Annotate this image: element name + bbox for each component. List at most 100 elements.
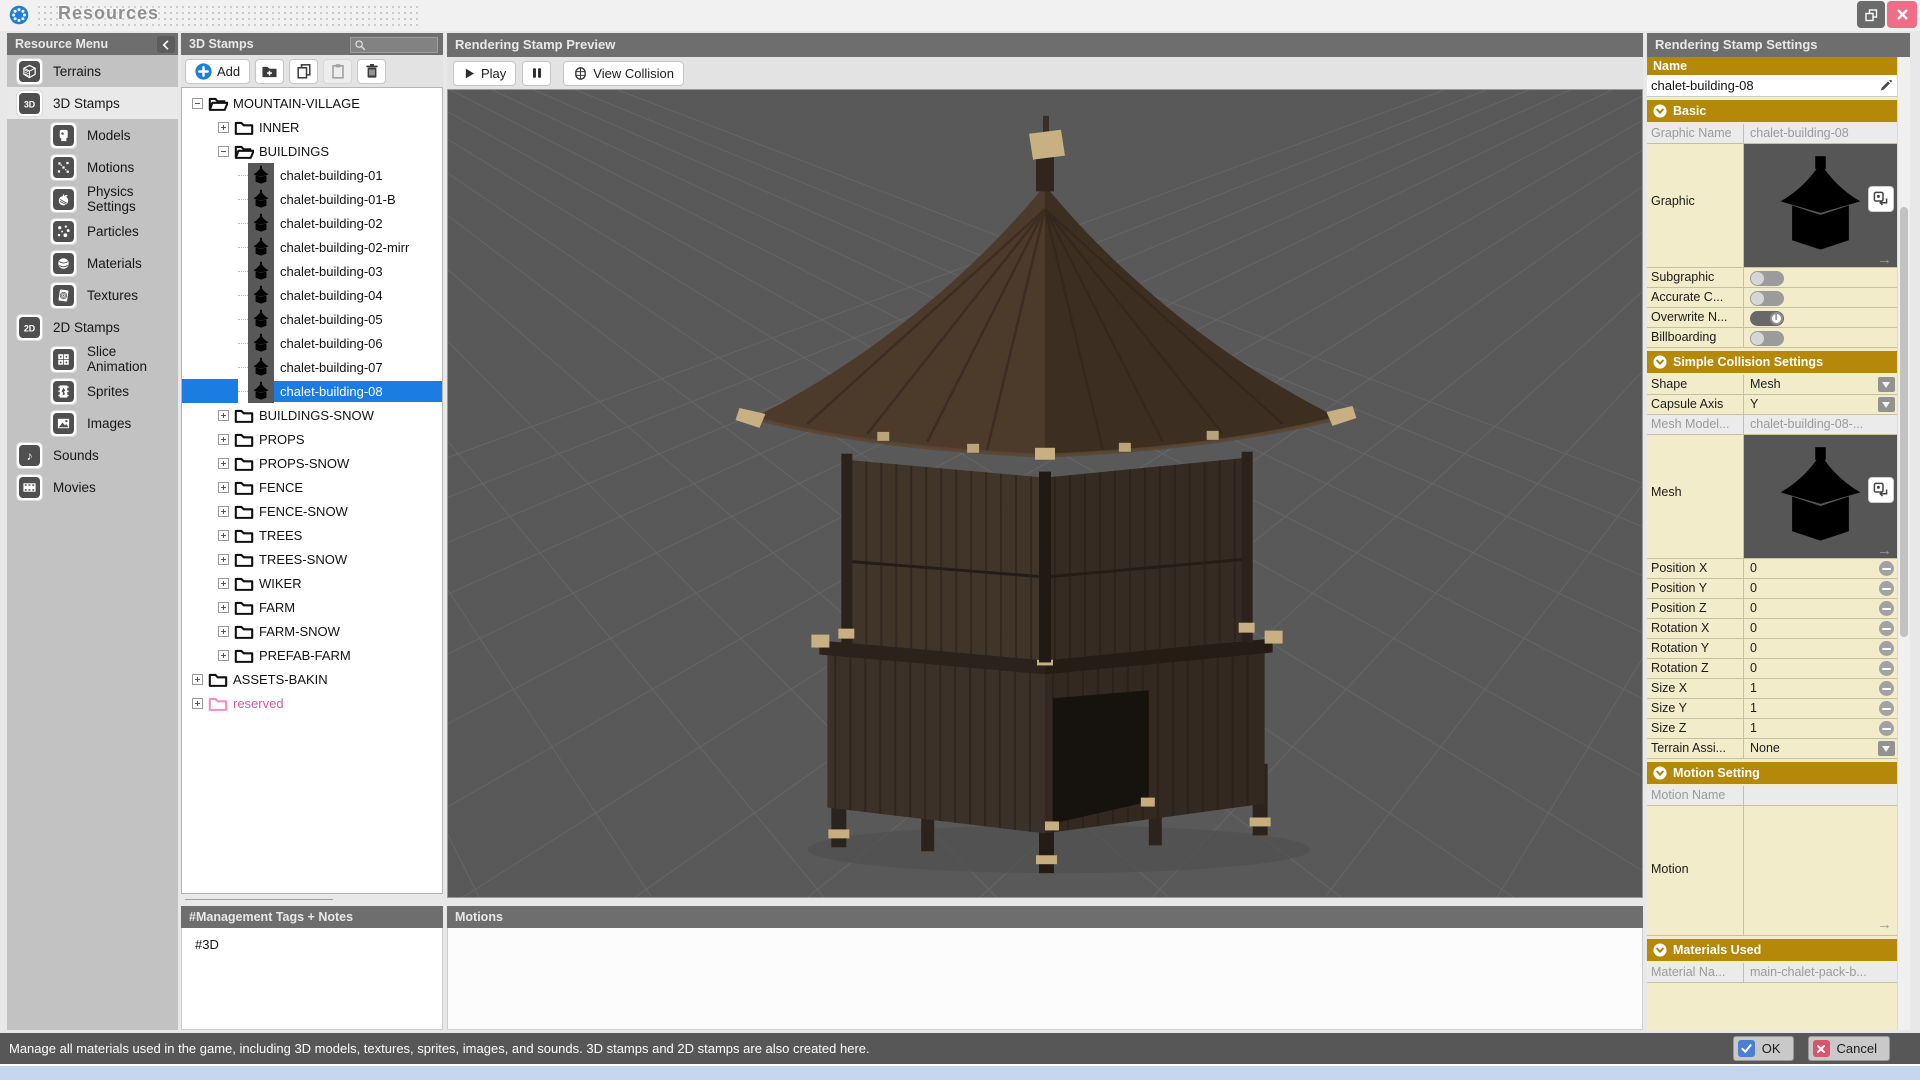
cancel-button[interactable]: Cancel: [1808, 1036, 1890, 1061]
scrollbar-thumb[interactable]: [1900, 207, 1908, 637]
expander-toggle[interactable]: [218, 122, 229, 133]
tree-item-chalet-building-01[interactable]: chalet-building-01: [182, 163, 442, 187]
tree-folder-assets-bakin[interactable]: ASSETS-BAKIN: [182, 667, 442, 691]
rotation-y-stepper[interactable]: [1879, 641, 1894, 656]
name-input[interactable]: chalet-building-08: [1647, 75, 1897, 97]
expander-toggle[interactable]: [218, 506, 229, 517]
accurate-c-toggle[interactable]: [1750, 291, 1784, 306]
overwrite-n-toggle[interactable]: [1750, 311, 1784, 326]
tree-folder-buildings-snow[interactable]: BUILDINGS-SNOW: [182, 403, 442, 427]
expander-toggle[interactable]: [192, 674, 203, 685]
tree-folder-reserved[interactable]: reserved: [182, 691, 442, 715]
shape-dropdown[interactable]: [1878, 377, 1895, 392]
tree-item-chalet-building-07[interactable]: chalet-building-07: [182, 355, 442, 379]
ok-button[interactable]: OK: [1733, 1036, 1794, 1061]
pause-button[interactable]: [522, 61, 551, 86]
billboarding-toggle[interactable]: [1750, 331, 1784, 346]
delete-button[interactable]: [357, 59, 386, 84]
subgraphic-toggle[interactable]: [1750, 271, 1784, 286]
tree-folder-fence-snow[interactable]: FENCE-SNOW: [182, 499, 442, 523]
expander-toggle[interactable]: [218, 434, 229, 445]
tree-folder-wiker[interactable]: WIKER: [182, 571, 442, 595]
tree-item-chalet-building-02[interactable]: chalet-building-02: [182, 211, 442, 235]
tree-folder-props-snow[interactable]: PROPS-SNOW: [182, 451, 442, 475]
collapse-sidebar-button[interactable]: [157, 36, 175, 53]
sidebar-item-images[interactable]: Images: [7, 407, 178, 439]
section-header-basic[interactable]: Basic: [1647, 100, 1897, 124]
sidebar-item-2d-stamps[interactable]: 2D Stamps: [7, 311, 178, 343]
rotation-x-stepper[interactable]: [1879, 621, 1894, 636]
expander-toggle[interactable]: [218, 530, 229, 541]
section-header-simple-collision-settings[interactable]: Simple Collision Settings: [1647, 351, 1897, 375]
size-x-stepper[interactable]: [1879, 681, 1894, 696]
settings-scrollbar[interactable]: [1897, 57, 1910, 1030]
expander-toggle[interactable]: [218, 554, 229, 565]
size-y-stepper[interactable]: [1879, 701, 1894, 716]
expander-toggle[interactable]: [192, 98, 203, 109]
position-z-stepper[interactable]: [1879, 601, 1894, 616]
sidebar-item-particles[interactable]: Particles: [7, 215, 178, 247]
sidebar-item-terrains[interactable]: Terrains: [7, 55, 178, 87]
add-button[interactable]: Add: [185, 59, 250, 84]
expander-toggle[interactable]: [218, 410, 229, 421]
sidebar-item-sprites[interactable]: Sprites: [7, 375, 178, 407]
expander-toggle[interactable]: [192, 698, 203, 709]
capsule-axis-dropdown[interactable]: [1878, 397, 1895, 412]
tree-folder-prefab-farm[interactable]: PREFAB-FARM: [182, 643, 442, 667]
tree-folder-mountain-village[interactable]: MOUNTAIN-VILLAGE: [182, 91, 442, 115]
tree-folder-fence[interactable]: FENCE: [182, 475, 442, 499]
mesh-thumbnail[interactable]: →: [1744, 435, 1897, 558]
search-input[interactable]: [350, 37, 438, 53]
tree-item-chalet-building-02-mirr[interactable]: chalet-building-02-mirr: [182, 235, 442, 259]
graphic-open-arrow[interactable]: →: [1877, 252, 1892, 267]
tree-item-chalet-building-06[interactable]: chalet-building-06: [182, 331, 442, 355]
expander-toggle[interactable]: [218, 602, 229, 613]
view-collision-button[interactable]: View Collision: [563, 61, 684, 86]
tree-item-chalet-building-03[interactable]: chalet-building-03: [182, 259, 442, 283]
restore-window-button[interactable]: [1857, 1, 1885, 28]
sidebar-item-physics-settings[interactable]: Physics Settings: [7, 183, 178, 215]
tree-folder-farm-snow[interactable]: FARM-SNOW: [182, 619, 442, 643]
sidebar-item-3d-stamps[interactable]: 3D Stamps: [7, 87, 178, 119]
duplicate-button[interactable]: [289, 59, 318, 84]
preview-viewport[interactable]: [447, 89, 1643, 898]
mesh-swap-button[interactable]: [1868, 477, 1894, 503]
close-window-button[interactable]: [1887, 1, 1917, 28]
tree-item-chalet-building-05[interactable]: chalet-building-05: [182, 307, 442, 331]
tree-folder-trees-snow[interactable]: TREES-SNOW: [182, 547, 442, 571]
splitter-handle[interactable]: [181, 894, 443, 906]
expander-toggle[interactable]: [218, 458, 229, 469]
section-header-materials-used[interactable]: Materials Used: [1647, 939, 1897, 963]
expander-toggle[interactable]: [218, 626, 229, 637]
tree-folder-trees[interactable]: TREES: [182, 523, 442, 547]
expander-toggle[interactable]: [218, 482, 229, 493]
motion-open-arrow[interactable]: →: [1877, 916, 1892, 933]
position-x-stepper[interactable]: [1879, 561, 1894, 576]
new-folder-button[interactable]: [255, 59, 284, 84]
rotation-z-stepper[interactable]: [1879, 661, 1894, 676]
tree-folder-inner[interactable]: INNER: [182, 115, 442, 139]
graphic-swap-button[interactable]: [1868, 186, 1894, 212]
tree-item-chalet-building-01-b[interactable]: chalet-building-01-B: [182, 187, 442, 211]
sidebar-item-materials[interactable]: Materials: [7, 247, 178, 279]
tree-item-chalet-building-08[interactable]: chalet-building-08: [182, 379, 442, 403]
size-z-stepper[interactable]: [1879, 721, 1894, 736]
mesh-open-arrow[interactable]: →: [1877, 543, 1892, 558]
tree-folder-props[interactable]: PROPS: [182, 427, 442, 451]
sidebar-item-motions[interactable]: Motions: [7, 151, 178, 183]
play-button[interactable]: Play: [453, 61, 516, 86]
sidebar-item-movies[interactable]: Movies: [7, 471, 178, 503]
terrain-assi-dropdown[interactable]: [1878, 741, 1895, 756]
expander-toggle[interactable]: [218, 650, 229, 661]
position-y-stepper[interactable]: [1879, 581, 1894, 596]
section-header-motion-setting[interactable]: Motion Setting: [1647, 762, 1897, 786]
sidebar-item-sounds[interactable]: Sounds: [7, 439, 178, 471]
edit-pencil-icon[interactable]: [1878, 78, 1893, 93]
sidebar-item-slice-animation[interactable]: Slice Animation: [7, 343, 178, 375]
paste-button[interactable]: [323, 59, 352, 84]
sidebar-item-models[interactable]: Models: [7, 119, 178, 151]
tags-notes-input[interactable]: #3D: [181, 928, 443, 1030]
expander-toggle[interactable]: [218, 578, 229, 589]
tree-item-chalet-building-04[interactable]: chalet-building-04: [182, 283, 442, 307]
sidebar-item-textures[interactable]: Textures: [7, 279, 178, 311]
